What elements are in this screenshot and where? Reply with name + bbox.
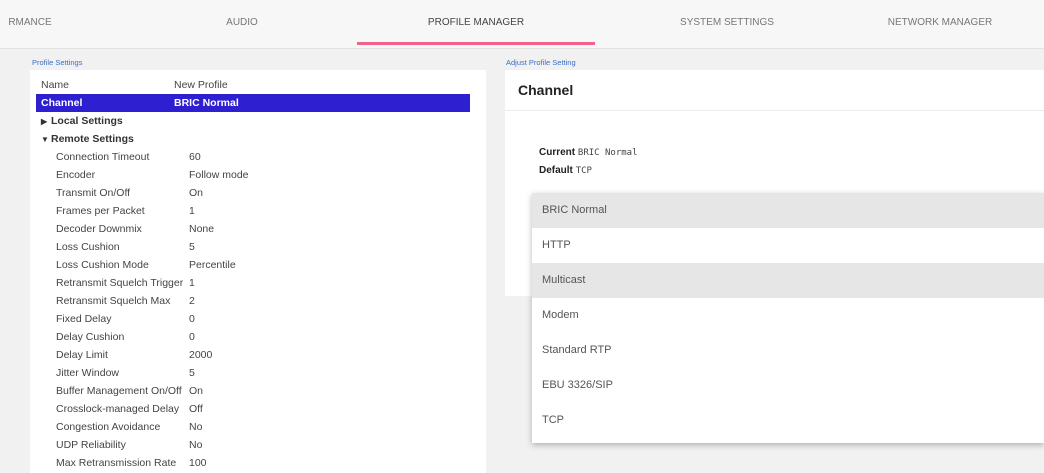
- setting-row[interactable]: Connection Timeout 60: [36, 148, 470, 166]
- setting-label: Encoder: [56, 169, 96, 181]
- setting-value: 1: [189, 205, 195, 217]
- setting-label: Congestion Avoidance: [56, 421, 161, 433]
- setting-row[interactable]: Fixed Delay 0: [36, 310, 470, 328]
- default-value-line: Default TCP: [539, 165, 592, 176]
- setting-value: New Profile: [174, 79, 228, 91]
- current-label: Current: [539, 147, 576, 158]
- setting-row[interactable]: Delay Limit 2000: [36, 346, 470, 364]
- setting-row[interactable]: Buffer Management On/Off On: [36, 382, 470, 400]
- tab-audio[interactable]: AUDIO: [182, 0, 302, 46]
- setting-label: Delay Limit: [56, 349, 108, 361]
- setting-label: Transmit On/Off: [56, 187, 131, 199]
- setting-row[interactable]: Decoder Downmix None: [36, 220, 470, 238]
- setting-row[interactable]: Crosslock-managed Delay Off: [36, 400, 470, 418]
- setting-row[interactable]: Jitter Window 5: [36, 364, 470, 382]
- channel-dropdown-menu: BRIC Normal HTTP Multicast Modem Standard RT…: [532, 193, 1044, 443]
- setting-row[interactable]: Max Retransmission Rate 100: [36, 454, 470, 472]
- setting-label: Name: [41, 79, 70, 91]
- tab-network-manager[interactable]: NETWORK MANAGER: [865, 0, 1015, 46]
- setting-row[interactable]: Retransmit Squelch Max 2: [36, 292, 470, 310]
- dropdown-option[interactable]: HTTP: [532, 228, 1044, 263]
- default-value: TCP: [575, 166, 592, 176]
- dropdown-option[interactable]: Modem: [532, 298, 1044, 333]
- tab-performance[interactable]: RMANCE: [0, 0, 60, 46]
- setting-value: On: [189, 385, 204, 397]
- setting-value: Off: [189, 403, 203, 415]
- setting-row[interactable]: Encoder Follow mode: [36, 166, 470, 184]
- setting-label: Crosslock-managed Delay: [56, 403, 180, 415]
- setting-label: Decoder Downmix: [56, 223, 142, 235]
- setting-label: Delay Cushion: [56, 331, 125, 343]
- setting-row[interactable]: Transmit On/Off On: [36, 184, 470, 202]
- profile-settings-heading: Profile Settings: [32, 58, 83, 67]
- setting-row[interactable]: Retransmit Squelch Trigger 1: [36, 274, 470, 292]
- setting-value: On: [189, 187, 204, 199]
- setting-row[interactable]: Loss Cushion 5: [36, 238, 470, 256]
- setting-row-channel[interactable]: Channel BRIC Normal: [36, 94, 470, 112]
- setting-value: 0: [189, 313, 195, 325]
- setting-value: Follow mode: [189, 169, 249, 181]
- tree-node-label: Remote Settings: [51, 133, 134, 145]
- dropdown-option[interactable]: EBU 3326/SIP: [532, 368, 1044, 403]
- setting-label: Max Retransmission Rate: [56, 457, 177, 469]
- setting-row[interactable]: Delay Cushion 0: [36, 328, 470, 346]
- setting-row[interactable]: Loss Cushion Mode Percentile: [36, 256, 470, 274]
- tab-system-settings[interactable]: SYSTEM SETTINGS: [652, 0, 802, 46]
- adjust-setting-heading: Adjust Profile Setting: [506, 58, 576, 67]
- setting-value: 5: [189, 241, 195, 253]
- tree-node-label: Local Settings: [51, 115, 123, 127]
- active-tab-indicator: [357, 42, 595, 45]
- tab-profile-manager[interactable]: PROFILE MANAGER: [386, 0, 566, 46]
- setting-label: Connection Timeout: [56, 151, 150, 163]
- setting-row[interactable]: Congestion Avoidance No: [36, 418, 470, 436]
- setting-value: Percentile: [189, 259, 236, 271]
- current-value: BRIC Normal: [577, 148, 638, 158]
- setting-value: 1: [189, 277, 195, 289]
- dropdown-option[interactable]: BRIC Normal: [532, 193, 1044, 228]
- setting-value: No: [189, 439, 203, 451]
- default-label: Default: [539, 165, 573, 176]
- dropdown-option[interactable]: Standard RTP: [532, 333, 1044, 368]
- setting-value: 0: [189, 331, 195, 343]
- caret-right-icon: ▶: [41, 117, 48, 126]
- setting-label: Channel: [41, 97, 83, 109]
- setting-value: 2000: [189, 349, 213, 361]
- setting-value: None: [189, 223, 215, 235]
- setting-label: Loss Cushion Mode: [56, 259, 149, 271]
- setting-row-name[interactable]: Name New Profile: [36, 76, 470, 94]
- tree-node-local-settings[interactable]: ▶ Local Settings: [36, 112, 470, 130]
- setting-title: Channel: [518, 82, 574, 98]
- setting-label: Loss Cushion: [56, 241, 120, 253]
- setting-row[interactable]: UDP Reliability No: [36, 436, 470, 454]
- setting-label: UDP Reliability: [56, 439, 126, 451]
- setting-label: Retransmit Squelch Max: [56, 295, 171, 307]
- setting-value: 2: [189, 295, 195, 307]
- setting-label: Jitter Window: [56, 367, 120, 379]
- setting-label: Fixed Delay: [56, 313, 112, 325]
- setting-label: Buffer Management On/Off: [56, 385, 182, 397]
- setting-value: BRIC Normal: [174, 97, 239, 109]
- caret-down-icon: ▼: [41, 135, 49, 144]
- setting-value: 60: [189, 151, 201, 163]
- top-navigation: RMANCE AUDIO PROFILE MANAGER SYSTEM SETT…: [0, 0, 1044, 49]
- current-value-line: Current BRIC Normal: [539, 147, 638, 158]
- setting-row[interactable]: Frames per Packet 1: [36, 202, 470, 220]
- setting-label: Frames per Packet: [56, 205, 145, 217]
- divider: [505, 110, 1044, 111]
- dropdown-option[interactable]: TCP: [532, 403, 1044, 438]
- profile-settings-tree: Name New Profile Channel BRIC Normal ▶ Lo…: [36, 76, 470, 472]
- setting-value: No: [189, 421, 203, 433]
- setting-label: Retransmit Squelch Trigger: [56, 277, 184, 289]
- tree-node-remote-settings[interactable]: ▼ Remote Settings: [36, 130, 470, 148]
- setting-value: 100: [189, 457, 207, 469]
- setting-value: 5: [189, 367, 195, 379]
- dropdown-option[interactable]: Multicast: [532, 263, 1044, 298]
